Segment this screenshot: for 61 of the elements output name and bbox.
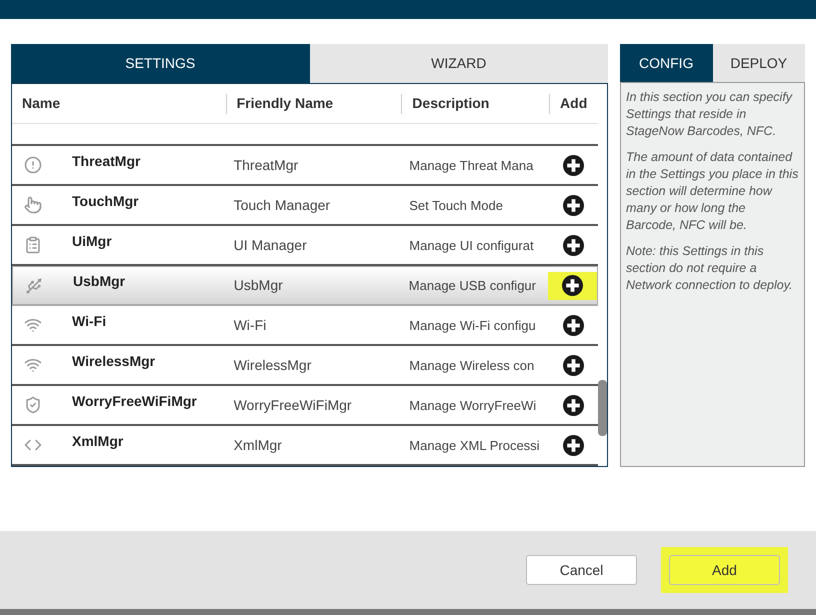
table-cell: Manage USB configur <box>408 278 536 293</box>
table-cell: Manage Threat Mana <box>409 158 534 172</box>
add-row-button[interactable] <box>548 272 597 300</box>
info-text: Note: this Settings in this section do not require a Network connection to deploy. <box>626 243 794 294</box>
clipboard-icon <box>24 236 42 254</box>
table-cell: WorryFreeWiFiMgr <box>234 396 352 412</box>
column-header: Friendly Name <box>236 94 334 113</box>
setting-name: ThreatMgr <box>72 152 140 171</box>
table-cell: Wi-Fi <box>234 316 266 332</box>
table-row[interactable]: UsbMgr UsbMgr Manage USB configur <box>12 266 598 306</box>
alert-icon <box>24 156 42 174</box>
tab[interactable]: WIZARD <box>310 44 608 83</box>
table-cell: Set Touch Mode <box>409 198 503 212</box>
dialog-button[interactable]: Add <box>669 555 780 585</box>
column-header: Name <box>22 94 60 113</box>
tab[interactable]: SETTINGS <box>11 44 310 83</box>
plus-circle-icon <box>563 154 584 176</box>
table-row[interactable]: WirelessMgr WirelessMgr Manage Wireless con <box>12 346 598 386</box>
table-row[interactable]: TouchMgr Touch Manager Set Touch Mode <box>12 186 598 226</box>
plus-circle-icon <box>563 314 584 336</box>
usb-icon <box>25 276 43 294</box>
setting-name: UsbMgr <box>73 272 126 291</box>
table-cell: Manage UI configurat <box>409 238 534 252</box>
tab[interactable]: DEPLOY <box>712 44 805 82</box>
table-cell: Manage XML Processi <box>409 438 540 452</box>
tab[interactable]: CONFIG <box>620 44 712 82</box>
dialog-button[interactable]: Cancel <box>526 555 637 585</box>
info-text: In this section you can specify Settings that reside in StageNow Barcodes, NFC. <box>626 89 794 140</box>
table-cell: UsbMgr <box>234 277 283 293</box>
plus-circle-icon <box>563 394 584 416</box>
wifi-icon <box>24 356 42 374</box>
table-row[interactable]: ThreatMgr ThreatMgr Manage Threat Mana <box>12 146 598 186</box>
plus-circle-icon <box>563 234 584 256</box>
setting-name: XmlMgr <box>72 432 124 451</box>
wifi-icon <box>24 316 42 334</box>
table-cell: ThreatMgr <box>234 156 298 172</box>
plus-circle-icon <box>562 275 583 296</box>
setting-name: WirelessMgr <box>72 352 156 371</box>
setting-name: UiMgr <box>72 232 112 251</box>
table-row[interactable]: XmlMgr XmlMgr Manage XML Processi <box>12 426 598 466</box>
setting-name: WorryFreeWiFiMgr <box>72 392 197 411</box>
setting-name: TouchMgr <box>72 192 139 211</box>
table-cell: UI Manager <box>234 236 307 252</box>
plus-circle-icon <box>563 434 584 456</box>
table-cell: WirelessMgr <box>234 356 312 372</box>
table-row[interactable]: WorryFreeWiFiMgr WorryFreeWiFiMgr Manage WorryFreeWi <box>12 386 598 426</box>
info-text: The amount of data contained in the Settings you place in this section will determine how many or how long the Barcode, NFC will be. <box>626 149 799 234</box>
plus-circle-icon <box>563 194 584 216</box>
table-cell: Manage Wi-Fi configu <box>409 318 536 332</box>
table-cell: XmlMgr <box>234 436 282 452</box>
table-row[interactable]: Wi-Fi Wi-Fi Manage Wi-Fi configu <box>12 306 598 346</box>
setting-name: Wi-Fi <box>72 312 106 330</box>
column-header: Add <box>560 94 588 113</box>
column-header: Description <box>412 94 490 113</box>
scrollbar-thumb[interactable] <box>598 380 607 436</box>
table-cell: Touch Manager <box>234 196 330 212</box>
table-cell: Manage Wireless con <box>409 358 534 372</box>
shield-icon <box>24 396 42 414</box>
touch-icon <box>24 196 42 214</box>
plus-circle-icon <box>563 354 584 376</box>
table-cell: Manage WorryFreeWi <box>409 398 536 412</box>
